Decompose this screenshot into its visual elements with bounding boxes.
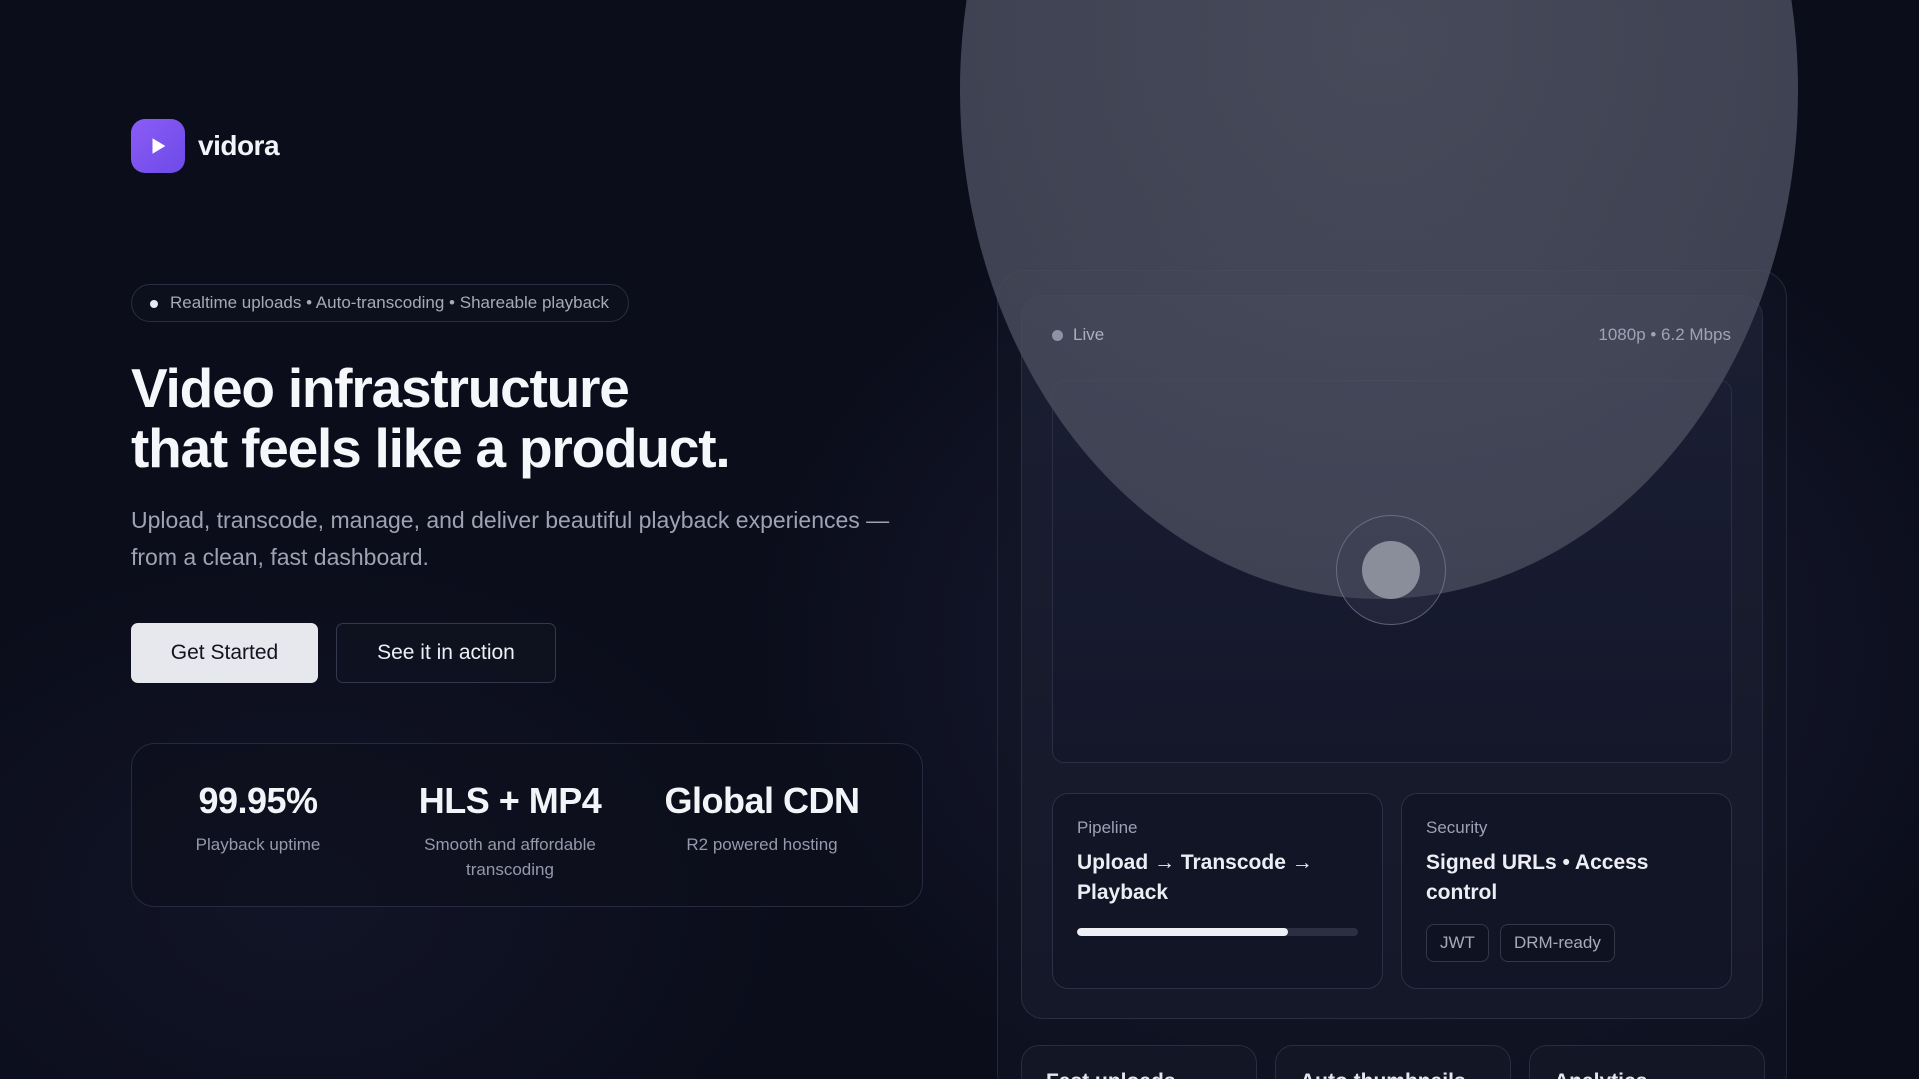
feature-card-analytics[interactable]: Analytics: [1529, 1045, 1765, 1079]
stat-label: Playback uptime: [195, 835, 321, 854]
stream-quality: 1080p • 6.2 Mbps: [1598, 325, 1731, 344]
stat-formats: HLS + MP4 Smooth and affordable transcod…: [384, 744, 636, 906]
stat-cdn: Global CDN R2 powered hosting: [636, 744, 888, 906]
stat-label: R2 powered hosting: [686, 835, 838, 854]
see-it-in-action-button[interactable]: See it in action: [336, 623, 556, 683]
chip-drm-ready: DRM-ready: [1499, 924, 1615, 962]
bullet-dot-icon: [150, 300, 158, 308]
play-logo-icon: [131, 119, 185, 173]
headline-line-2: that feels like a product.: [131, 417, 731, 479]
live-label: Live: [1073, 325, 1105, 344]
security-card: Security Signed URLs • Access control JW…: [1401, 793, 1732, 989]
security-title: Signed URLs • Access control: [1426, 851, 1649, 904]
stat-uptime: 99.95% Playback uptime: [132, 744, 384, 906]
pipeline-progress-fill: [1077, 928, 1288, 936]
pipeline-progress-bar: [1077, 928, 1358, 936]
feature-card-fast-uploads[interactable]: Fast uploads: [1021, 1045, 1257, 1079]
brand-name: vidora: [198, 130, 280, 161]
live-dot-icon: [1052, 329, 1063, 341]
tagline-text: Realtime uploads • Auto-transcoding • Sh…: [170, 293, 610, 312]
stat-value: Global CDN: [664, 780, 860, 821]
security-chips: JWT DRM-ready: [1426, 924, 1707, 962]
page-headline: Video infrastructure that feels like a p…: [131, 357, 731, 479]
feature-tagline-pill: Realtime uploads • Auto-transcoding • Sh…: [131, 284, 630, 322]
pipeline-kicker: Pipeline: [1077, 818, 1138, 837]
chip-jwt: JWT: [1426, 924, 1489, 962]
headline-line-1: Video infrastructure: [131, 357, 630, 419]
stat-value: 99.95%: [198, 780, 318, 821]
get-started-button[interactable]: Get Started: [131, 623, 318, 683]
pipeline-title: Upload → Transcode → Playback: [1077, 851, 1313, 904]
feature-card-auto-thumbnails[interactable]: Auto thumbnails: [1275, 1045, 1511, 1079]
live-indicator: Live: [1052, 325, 1104, 345]
stat-value: HLS + MP4: [418, 780, 602, 821]
brand-logo[interactable]: vidora: [131, 119, 280, 173]
pipeline-card: Pipeline Upload → Transcode → Playback: [1052, 793, 1383, 989]
security-kicker: Security: [1426, 818, 1488, 837]
play-button[interactable]: [1336, 515, 1446, 625]
stats-panel: 99.95% Playback uptime HLS + MP4 Smooth …: [131, 743, 923, 907]
stat-label: Smooth and affordable transcoding: [424, 835, 596, 879]
hero-subhead: Upload, transcode, manage, and deliver b…: [131, 507, 890, 570]
